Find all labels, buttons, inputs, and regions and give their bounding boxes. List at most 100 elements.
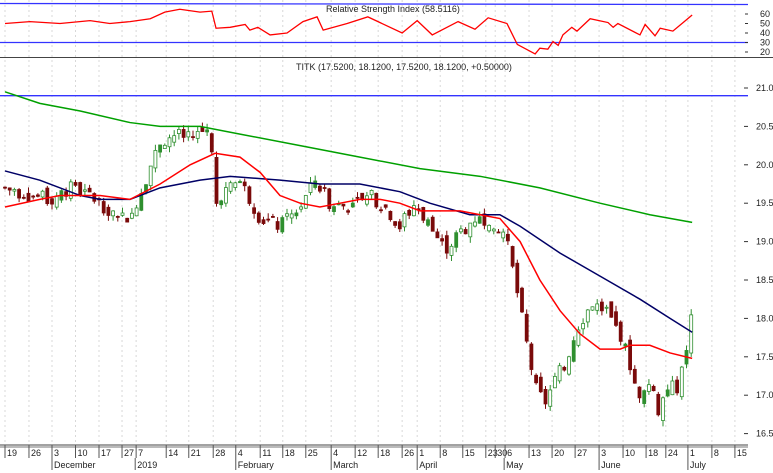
price-axis: 21.0 20.5 20.0 19.5 19.0 18.5 18.0 17.5 17.0 16.5 (744, 83, 773, 439)
candle-up (402, 213, 407, 228)
x-tick-label: 13 (531, 448, 541, 458)
candle-down (21, 196, 26, 199)
x-tick-label: 28 (215, 448, 225, 458)
candle-up (12, 189, 17, 192)
candle-down (322, 187, 327, 189)
rsi-band-70 (0, 2, 749, 6)
x-tick-label: 18 (285, 448, 295, 458)
candle-down (181, 129, 186, 138)
price-tick-label: 19.5 (756, 198, 773, 208)
ma-mid-line (4, 170, 693, 333)
candle-down (614, 311, 618, 326)
candle-down (270, 216, 275, 218)
candle-up (280, 217, 285, 233)
candle-down (505, 233, 510, 242)
candle-up (642, 390, 647, 404)
candle-up (129, 212, 134, 219)
price-tick-label: 18.5 (756, 275, 773, 285)
price-panel (0, 91, 748, 427)
candle-up (679, 366, 684, 398)
candle-up (567, 356, 571, 375)
candle-down (520, 287, 524, 313)
x-tick-label: 19 (7, 448, 17, 458)
candle-down (463, 229, 468, 235)
x-tick-label: 25 (308, 448, 318, 458)
month-label: April (419, 460, 437, 470)
candle-up (228, 182, 233, 192)
candle-up (350, 202, 355, 208)
x-tick-label: 21 (191, 448, 201, 458)
candle-down (261, 219, 266, 224)
candle-down (31, 195, 36, 198)
x-tick-label: 1 (419, 448, 424, 458)
candle-up (195, 131, 200, 139)
candle-down (252, 207, 257, 214)
x-tick-label: 7 (138, 448, 143, 458)
x-tick-label: 10 (625, 448, 635, 458)
price-tick-label: 20.5 (756, 121, 773, 131)
x-axis: 19 26 3 10 17 27 7 14 21 28 4 11 18 25 4 12 18 26 1 8 15 23 30… (0, 444, 748, 470)
candle-down (543, 389, 548, 405)
price-tick-label: 20.0 (756, 160, 773, 170)
candle-down (656, 393, 661, 416)
candle-up (623, 343, 628, 347)
month-label: July (690, 460, 707, 470)
candle-down (275, 221, 280, 230)
candle-up (158, 144, 163, 153)
candle-up (449, 245, 454, 256)
price-tick-label: 21.0 (756, 83, 773, 93)
x-tick-label: 4 (333, 448, 338, 458)
month-label: March (333, 460, 358, 470)
candle-up (468, 222, 473, 238)
candle-down (562, 366, 567, 371)
candle-up (647, 384, 651, 392)
candle-down (632, 368, 637, 384)
rsi-tick-label: 40 (760, 28, 770, 38)
x-tick-label: 27 (577, 448, 587, 458)
candle-up (553, 376, 557, 389)
price-tick-label: 19.0 (756, 237, 773, 247)
x-tick-label: 11 (262, 448, 271, 458)
x-tick-label: 8 (442, 448, 447, 458)
candle-down (341, 203, 346, 207)
candle-down (515, 262, 520, 294)
candle-up (223, 187, 228, 204)
rsi-tick-label: 50 (760, 19, 770, 29)
candle-down (87, 187, 92, 193)
candle-down (101, 201, 106, 214)
candle-down (115, 215, 120, 218)
candle-up (487, 224, 492, 232)
month-label: 2019 (137, 460, 157, 470)
candle-down (209, 133, 214, 153)
rsi-line (4, 8, 693, 55)
candle-up (205, 129, 210, 133)
candle-down (242, 181, 247, 187)
candle-up (233, 182, 238, 188)
x-tick-label: 24 (668, 448, 678, 458)
candle-up (303, 195, 308, 209)
x-tick-label: 17 (101, 448, 111, 458)
candle-up (548, 389, 553, 407)
candle-up (571, 340, 576, 362)
candle-down (191, 136, 195, 138)
candle-up (162, 144, 167, 149)
candle-down (50, 198, 54, 205)
price-tick-label: 16.5 (756, 429, 773, 439)
candle-up (369, 189, 374, 196)
candle-down (317, 185, 322, 192)
x-tick-label: 6 (507, 448, 512, 458)
candle-down (444, 235, 449, 254)
candle-down (360, 192, 365, 200)
candle-up (477, 216, 482, 224)
month-label: May (506, 460, 524, 470)
candle-up (604, 306, 609, 309)
price-tick-label: 17.5 (756, 352, 773, 362)
candle-down (355, 196, 360, 199)
candle-down (529, 343, 534, 370)
x-tick-label: 20 (554, 448, 564, 458)
month-label: December (54, 460, 96, 470)
candle-down (73, 182, 78, 186)
candle-up (186, 131, 191, 138)
x-tick-label: 18 (380, 448, 390, 458)
candle-down (496, 231, 501, 234)
